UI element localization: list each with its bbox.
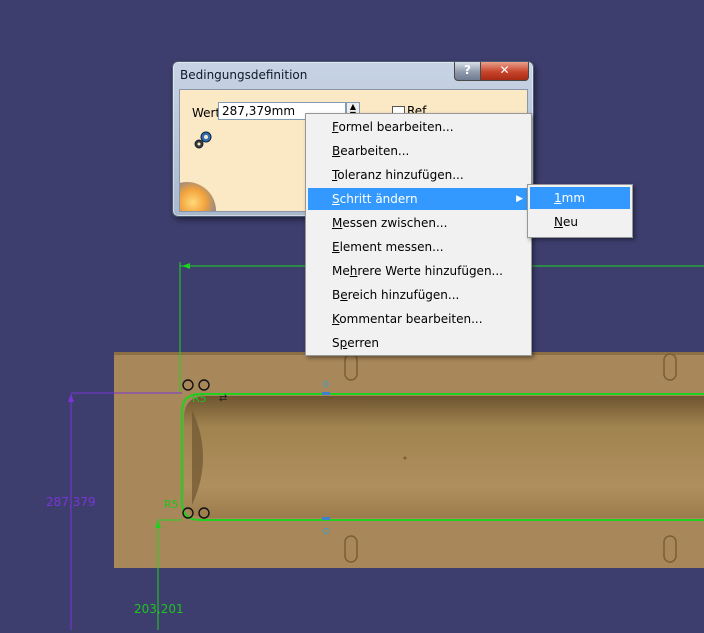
context_menu.items-item-label: Formel bearbeiten... (332, 120, 454, 134)
context_menu.submenu-item-label: 1mm (554, 191, 586, 205)
dimension-arrow-top (68, 394, 74, 402)
help-button[interactable]: ? (454, 62, 481, 81)
constraint-symbol-icon: ⇄ (219, 393, 227, 404)
context_menu.items-item-label: Bearbeiten... (332, 144, 410, 158)
part-channel (184, 396, 704, 518)
context_menu.items-item[interactable]: Schritt ändern ▶ (308, 188, 529, 210)
dimension-value-radius-bottom[interactable]: R5 (164, 498, 179, 511)
context_menu.items-item[interactable]: Messen zwischen... (308, 212, 529, 234)
context_menu.items-item[interactable]: Element messen... (308, 236, 529, 258)
close-button[interactable]: ✕ (480, 62, 529, 81)
context_menu.submenu-item-label: Neu (554, 215, 578, 229)
value-label: Wert (192, 106, 221, 120)
context_menu.items-item-label: Mehrere Werte hinzufügen... (332, 264, 503, 278)
context_menu.submenu-item[interactable]: 1mm (530, 187, 630, 209)
dimension-value-radius-top[interactable]: R5 (192, 392, 207, 405)
context_menu.items-item[interactable]: Bearbeiten... (308, 140, 529, 162)
context_menu.submenu-item[interactable]: Neu (530, 211, 630, 233)
context_menu.items-item[interactable]: Kommentar bearbeiten... (308, 308, 529, 330)
context_menu.items-item[interactable]: Toleranz hinzufügen... (308, 164, 529, 186)
context_menu.items-item[interactable]: Bereich hinzufügen... (308, 284, 529, 306)
context_menu.items-item-label: Bereich hinzufügen... (332, 288, 460, 302)
sketch-point (322, 517, 330, 520)
dimension-arrow-left (182, 263, 190, 269)
dimension-value-vertical[interactable]: 287,379 (46, 495, 96, 509)
point-marker (403, 456, 407, 460)
dimension-value-horizontal[interactable]: 203,201 (134, 602, 184, 616)
submenu-arrow-icon: ▶ (516, 194, 523, 204)
dialog-title: Bedingungsdefinition (180, 68, 308, 82)
formula-gears-icon[interactable] (192, 130, 214, 150)
context_menu.items-item-label: Kommentar bearbeiten... (332, 312, 483, 326)
step-submenu: 1mm Neu (527, 184, 633, 238)
sketch-point (322, 392, 330, 395)
context_menu.items-item-label: Element messen... (332, 240, 444, 254)
context-menu: Formel bearbeiten... Bearbeiten... Toleran… (305, 113, 532, 356)
context_menu.items-item-label: Toleranz hinzufügen... (332, 168, 464, 182)
context_menu.items-item-label: Schritt ändern (332, 192, 418, 206)
context_menu.items-item[interactable]: Formel bearbeiten... (308, 116, 529, 138)
context_menu.items-item[interactable]: Mehrere Werte hinzufügen... (308, 260, 529, 282)
context_menu.items-item[interactable]: Sperren (308, 332, 529, 354)
context_menu.items-item-label: Messen zwischen... (332, 216, 448, 230)
context_menu.items-item-label: Sperren (332, 336, 380, 350)
globe-logo (180, 182, 216, 211)
